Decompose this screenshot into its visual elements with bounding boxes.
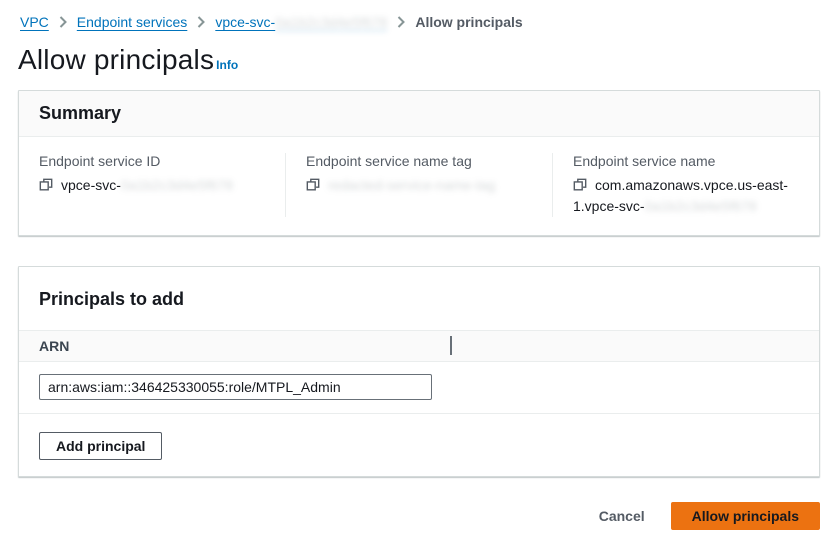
column-resize-handle[interactable]: [450, 336, 452, 355]
field-label: Endpoint service name tag: [306, 153, 532, 169]
chevron-right-icon: [397, 16, 405, 28]
field-value: redacted-service-name-tag: [306, 175, 532, 196]
chevron-right-icon: [197, 16, 205, 28]
summary-title: Summary: [39, 103, 799, 124]
copy-icon[interactable]: [39, 178, 53, 192]
field-label: Endpoint service ID: [39, 153, 265, 169]
page-title: Allow principals: [18, 44, 214, 76]
allow-principals-button[interactable]: Allow principals: [671, 502, 820, 530]
summary-field-name-tag: Endpoint service name tag redacted-servi…: [285, 153, 552, 217]
breadcrumb-link-service-id[interactable]: vpce-svc-0a1b2c3d4e5f678: [215, 14, 387, 30]
redacted-text: 0a1b2c3d4e5f678: [121, 177, 233, 193]
summary-card-header: Summary: [19, 91, 819, 137]
title-row: Allow principals Info: [18, 44, 820, 76]
copy-icon[interactable]: [306, 178, 320, 192]
redacted-text: 0a1b2c3d4e5f678: [275, 14, 387, 30]
arn-column-label: ARN: [39, 338, 69, 354]
cancel-button[interactable]: Cancel: [599, 508, 645, 524]
breadcrumb-current: Allow principals: [415, 14, 522, 30]
field-value: com.amazonaws.vpce.us-east-1.vpce-svc-0a…: [573, 175, 799, 217]
field-value: vpce-svc-0a1b2c3d4e5f678: [39, 175, 265, 196]
summary-body: Endpoint service ID vpce-svc-0a1b2c3d4e5…: [19, 137, 819, 235]
breadcrumb-link-endpoint-services[interactable]: Endpoint services: [77, 14, 188, 30]
page-actions: Cancel Allow principals: [18, 502, 820, 530]
arn-column-header: ARN: [19, 330, 819, 362]
breadcrumb-link-vpc[interactable]: VPC: [20, 14, 49, 30]
breadcrumb: VPC Endpoint services vpce-svc-0a1b2c3d4…: [18, 14, 820, 30]
field-label: Endpoint service name: [573, 153, 799, 169]
principals-title: Principals to add: [39, 289, 799, 310]
summary-field-service-id: Endpoint service ID vpce-svc-0a1b2c3d4e5…: [19, 153, 285, 217]
chevron-right-icon: [59, 16, 67, 28]
add-principal-button[interactable]: Add principal: [39, 432, 162, 460]
principals-card-header: Principals to add: [19, 267, 819, 330]
info-link[interactable]: Info: [216, 58, 238, 72]
copy-icon[interactable]: [573, 178, 587, 192]
principals-card-footer: Add principal: [19, 414, 819, 476]
summary-field-service-name: Endpoint service name com.amazonaws.vpce…: [552, 153, 819, 217]
arn-input-row: [19, 362, 819, 414]
redacted-text: 0a1b2c3d4e5f678: [645, 198, 757, 214]
page: VPC Endpoint services vpce-svc-0a1b2c3d4…: [0, 0, 838, 530]
redacted-text: redacted-service-name-tag: [328, 177, 495, 193]
summary-card: Summary Endpoint service ID vpce-svc-0a1…: [18, 90, 820, 236]
principals-card: Principals to add ARN Add principal: [18, 266, 820, 477]
arn-input[interactable]: [39, 374, 432, 400]
